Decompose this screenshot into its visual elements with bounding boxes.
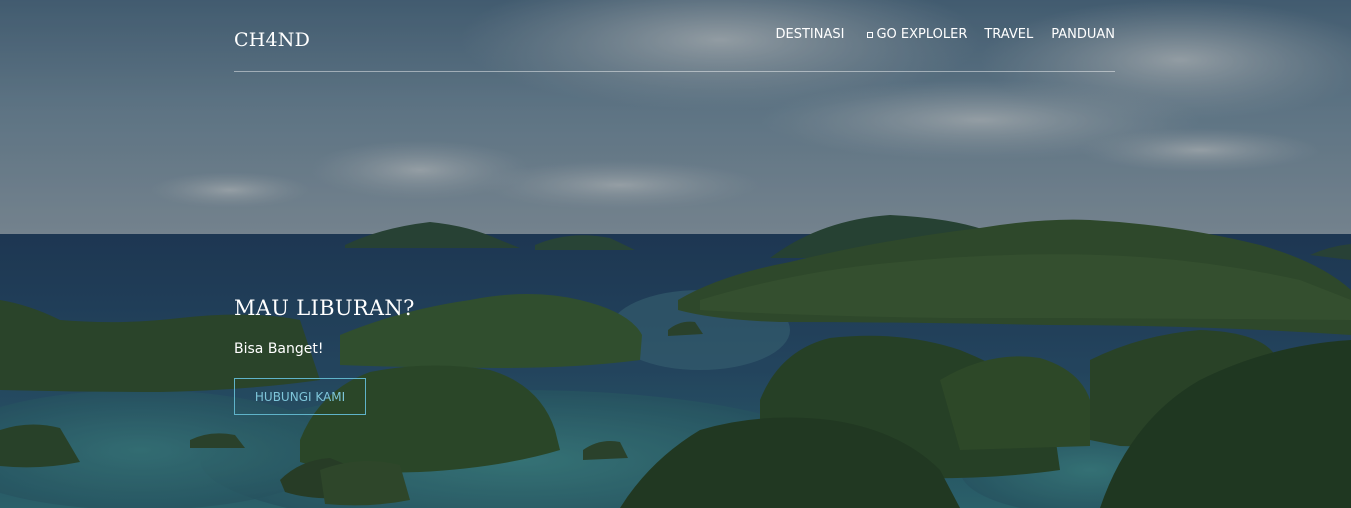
nav-item-go-exploler-label: GO EXPLOLER (876, 27, 968, 42)
nav-menu: DESTINASI GO EXPLOLER TRAVEL PANDUAN (775, 27, 1115, 42)
top-navbar: CH4ND DESTINASI GO EXPLOLER TRAVEL PANDU… (234, 0, 1115, 72)
hero-subtitle: Bisa Banget! (234, 341, 324, 357)
hero-title: MAU LIBURAN? (234, 296, 415, 320)
nav-item-go-exploler[interactable]: GO EXPLOLER (867, 27, 967, 42)
brand-logo[interactable]: CH4ND (234, 29, 310, 51)
nav-item-travel[interactable]: TRAVEL (984, 27, 1033, 42)
hero-content: MAU LIBURAN? Bisa Banget! HUBUNGI KAMI (234, 296, 415, 415)
broken-image-icon (867, 31, 874, 38)
hero-section: CH4ND DESTINASI GO EXPLOLER TRAVEL PANDU… (0, 0, 1351, 508)
nav-item-panduan[interactable]: PANDUAN (1051, 27, 1115, 42)
contact-us-button[interactable]: HUBUNGI KAMI (234, 378, 366, 415)
nav-item-destinasi[interactable]: DESTINASI (775, 27, 844, 42)
hero-dark-overlay (0, 0, 1351, 508)
